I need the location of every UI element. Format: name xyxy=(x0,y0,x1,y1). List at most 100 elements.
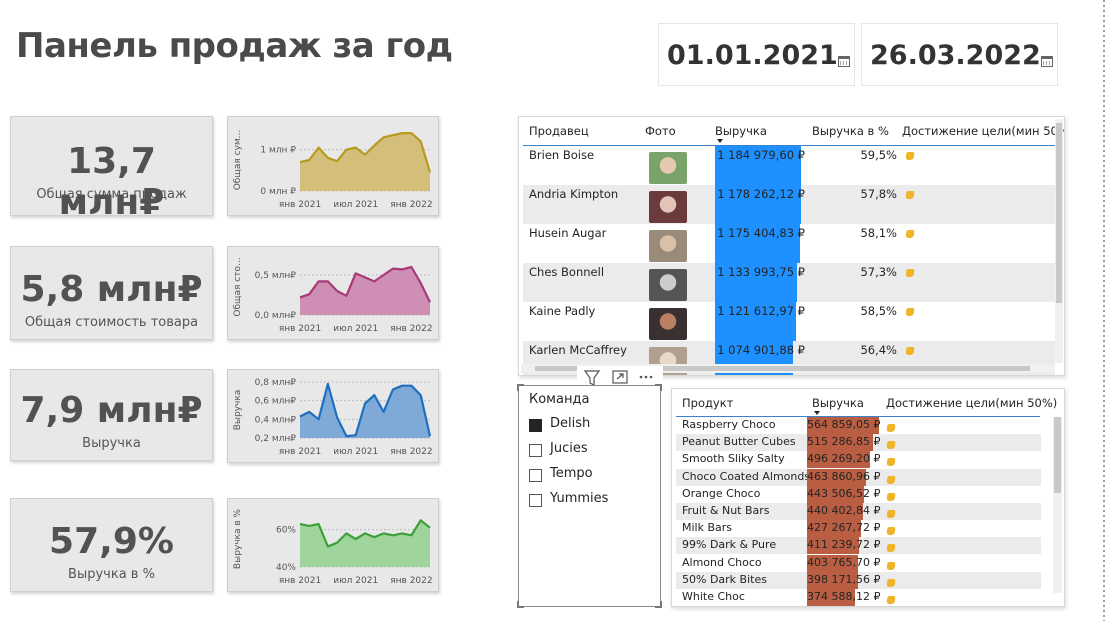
resize-handle[interactable] xyxy=(517,384,524,391)
resize-handle[interactable] xyxy=(655,601,662,608)
filter-icon[interactable] xyxy=(583,370,601,386)
calendar-icon[interactable] xyxy=(1041,56,1053,67)
table-row[interactable]: 99% Dark & Pure 411 239,72 ₽ xyxy=(676,537,1041,555)
focus-mode-icon[interactable] xyxy=(612,370,628,384)
seller-revenue-percent: 57,3% xyxy=(860,265,897,279)
revenue-percent-trend-svg: Выручка в % 40% 60% янв 2021 июл 2021 янв 202… xyxy=(233,508,433,586)
resize-handle[interactable] xyxy=(655,384,662,391)
table-row[interactable]: 50% Dark Bites 398 171,56 ₽ xyxy=(676,571,1041,589)
product-revenue: 427 267,72 ₽ xyxy=(807,521,881,535)
table-row[interactable]: Raspberry Choco 564 859,05 ₽ xyxy=(676,417,1041,434)
kpi-value: 5,8 млн₽ xyxy=(20,269,203,310)
table-row[interactable]: Choco Coated Almonds 463 860,96 ₽ xyxy=(676,468,1041,487)
checkbox[interactable] xyxy=(529,494,542,507)
thumbs-up-icon xyxy=(905,227,915,241)
column-header-seller[interactable]: Продавец xyxy=(529,124,589,138)
checkbox-checked[interactable] xyxy=(529,419,542,432)
slicer-option-label[interactable]: Delish xyxy=(550,416,590,431)
team-slicer[interactable]: Команда Delish Jucies Tempo Yummies xyxy=(517,384,662,608)
sellers-table[interactable]: Продавец Фото Выручка Выручка в % Достиж… xyxy=(518,116,1065,376)
cost-trend-chart[interactable]: Общая сто... 0,0 млн₽ 0,5 млн₽ янв 2021 июл … xyxy=(227,246,439,340)
products-table[interactable]: Продукт Выручка Достижение цели(мин 50%)… xyxy=(671,388,1065,607)
end-date-value[interactable]: 26.03.2022 xyxy=(870,40,1041,71)
start-date-picker[interactable]: 01.01.2021 xyxy=(658,23,855,86)
series-area xyxy=(300,267,430,315)
x-tick-label: янв 2021 xyxy=(279,447,321,457)
table-row[interactable]: Husein Augar 1 175 404,83 ₽ 58,1% xyxy=(523,224,1055,263)
product-revenue: 564 859,05 ₽ xyxy=(807,418,881,431)
table-row[interactable]: Kaine Padly 1 121 612,97 ₽ 58,5% xyxy=(523,302,1055,341)
sort-descending-icon[interactable] xyxy=(814,411,820,415)
y-tick-label: 0 млн ₽ xyxy=(260,187,296,197)
thumbs-up-icon xyxy=(886,559,896,573)
thumbs-up-icon xyxy=(886,438,896,452)
x-tick-label: июл 2021 xyxy=(333,576,378,586)
sales-trend-chart[interactable]: Общая сум... 0 млн ₽ 1 млн ₽ янв 2021 июл 20… xyxy=(227,116,439,216)
column-header-goal[interactable]: Достижение цели(мин 50%) xyxy=(886,396,1057,410)
y-tick-label: 0,0 млн₽ xyxy=(255,311,297,321)
table-row[interactable]: Orange Choco 443 506,52 ₽ xyxy=(676,485,1041,504)
checkbox[interactable] xyxy=(529,469,542,482)
seller-photo xyxy=(649,152,687,184)
seller-revenue: 1 121 612,97 ₽ xyxy=(717,304,805,318)
kpi-label: Выручка xyxy=(82,436,141,451)
seller-photo xyxy=(649,191,687,223)
page-title: Панель продаж за год xyxy=(16,26,453,66)
sort-descending-icon[interactable] xyxy=(717,139,723,143)
checkbox[interactable] xyxy=(529,444,542,457)
x-tick-label: янв 2021 xyxy=(279,200,321,210)
table-row[interactable]: Brien Boise 1 184 979,60 ₽ 59,5% xyxy=(523,146,1055,185)
x-tick-label: июл 2021 xyxy=(333,324,378,334)
seller-revenue: 1 133 993,75 ₽ xyxy=(717,265,805,279)
vertical-scrollbar[interactable] xyxy=(1055,119,1063,363)
column-header-goal[interactable]: Достижение цели(мин 50%) xyxy=(902,124,1064,138)
revenue-trend-chart[interactable]: Выручка 0,2 млн₽ 0,4 млн₽ 0,6 млн₽ 0,8 млн₽ я… xyxy=(227,369,439,463)
table-row[interactable]: Andria Kimpton 1 178 262,12 ₽ 57,8% xyxy=(523,185,1055,224)
column-header-product[interactable]: Продукт xyxy=(682,396,733,410)
table-row[interactable]: Smooth Sliky Salty 496 269,20 ₽ xyxy=(676,451,1041,469)
thumbs-up-icon xyxy=(886,490,896,504)
seller-photo xyxy=(649,308,687,340)
table-row[interactable]: White Choc 374 588,12 ₽ xyxy=(676,589,1041,606)
seller-revenue-percent: 58,5% xyxy=(860,304,897,318)
revenue-percent-trend-chart[interactable]: Выручка в % 40% 60% янв 2021 июл 2021 янв 202… xyxy=(227,498,439,592)
scrollbar-thumb[interactable] xyxy=(1056,123,1062,303)
product-name: Fruit & Nut Bars xyxy=(682,504,770,517)
thumbs-up-icon xyxy=(886,473,896,487)
column-header-revenue[interactable]: Выручка xyxy=(715,124,767,138)
y-axis-title: Выручка xyxy=(233,390,243,431)
start-date-value[interactable]: 01.01.2021 xyxy=(667,40,838,71)
seller-revenue-percent: 59,5% xyxy=(860,148,897,162)
slicer-title: Команда xyxy=(529,392,590,407)
vertical-scrollbar[interactable] xyxy=(1053,417,1062,593)
table-row[interactable]: Ches Bonnell 1 133 993,75 ₽ 57,3% xyxy=(523,263,1055,302)
x-tick-label: июл 2021 xyxy=(333,447,378,457)
slicer-option-label[interactable]: Tempo xyxy=(550,466,593,481)
end-date-picker[interactable]: 26.03.2022 xyxy=(861,23,1058,86)
calendar-icon[interactable] xyxy=(838,56,850,67)
y-tick-label: 1 млн ₽ xyxy=(260,146,296,156)
y-axis-title: Выручка в % xyxy=(233,508,243,569)
y-tick-label: 0,2 млн₽ xyxy=(255,434,297,444)
table-row[interactable]: Milk Bars 427 267,72 ₽ xyxy=(676,520,1041,538)
scrollbar-thumb[interactable] xyxy=(1054,417,1061,493)
column-header-revenue[interactable]: Выручка xyxy=(812,396,864,410)
thumbs-up-icon xyxy=(905,149,915,163)
table-row[interactable]: Peanut Butter Cubes 515 286,85 ₽ xyxy=(676,434,1041,452)
table-row[interactable]: Fruit & Nut Bars 440 402,84 ₽ xyxy=(676,503,1041,520)
x-tick-label: янв 2022 xyxy=(390,324,432,334)
thumbs-up-icon xyxy=(886,541,896,555)
resize-handle[interactable] xyxy=(517,601,524,608)
column-header-revenue-percent[interactable]: Выручка в % xyxy=(812,124,889,138)
slicer-option-label[interactable]: Jucies xyxy=(550,441,588,456)
x-tick-label: янв 2022 xyxy=(390,447,432,457)
more-options-icon[interactable] xyxy=(639,375,653,379)
table-row[interactable]: Almond Choco 403 765,70 ₽ xyxy=(676,554,1041,573)
kpi-card-total-sales: 13,7 млн₽ Общая сумма продаж xyxy=(10,116,213,223)
slicer-option-label[interactable]: Yummies xyxy=(550,491,608,506)
kpi-label: Общая сумма продаж xyxy=(36,187,187,202)
seller-photo xyxy=(649,230,687,262)
column-header-photo[interactable]: Фото xyxy=(645,124,676,138)
thumbs-up-icon xyxy=(905,305,915,319)
seller-name: Karlen McCaffrey xyxy=(529,343,627,357)
